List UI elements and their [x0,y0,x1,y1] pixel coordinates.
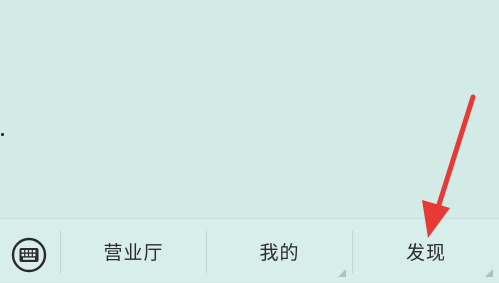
menu-item-mine[interactable]: 我的 [207,219,352,283]
menu-item-discover[interactable]: 发现 [353,219,499,283]
menu-item-business-hall[interactable]: 营业厅 [61,219,206,283]
stray-dot [1,133,4,136]
menu-item-label: 我的 [259,241,300,264]
keyboard-toggle-button[interactable] [9,235,49,275]
keyboard-icon [9,235,49,275]
menu-item-label: 发现 [405,241,446,264]
submenu-indicator-icon [485,269,493,277]
menu-item-label: 营业厅 [103,241,164,264]
bottom-menu-bar: 营业厅 我的 发现 [0,218,499,282]
submenu-indicator-icon [338,269,346,277]
chat-content-area [0,0,499,218]
